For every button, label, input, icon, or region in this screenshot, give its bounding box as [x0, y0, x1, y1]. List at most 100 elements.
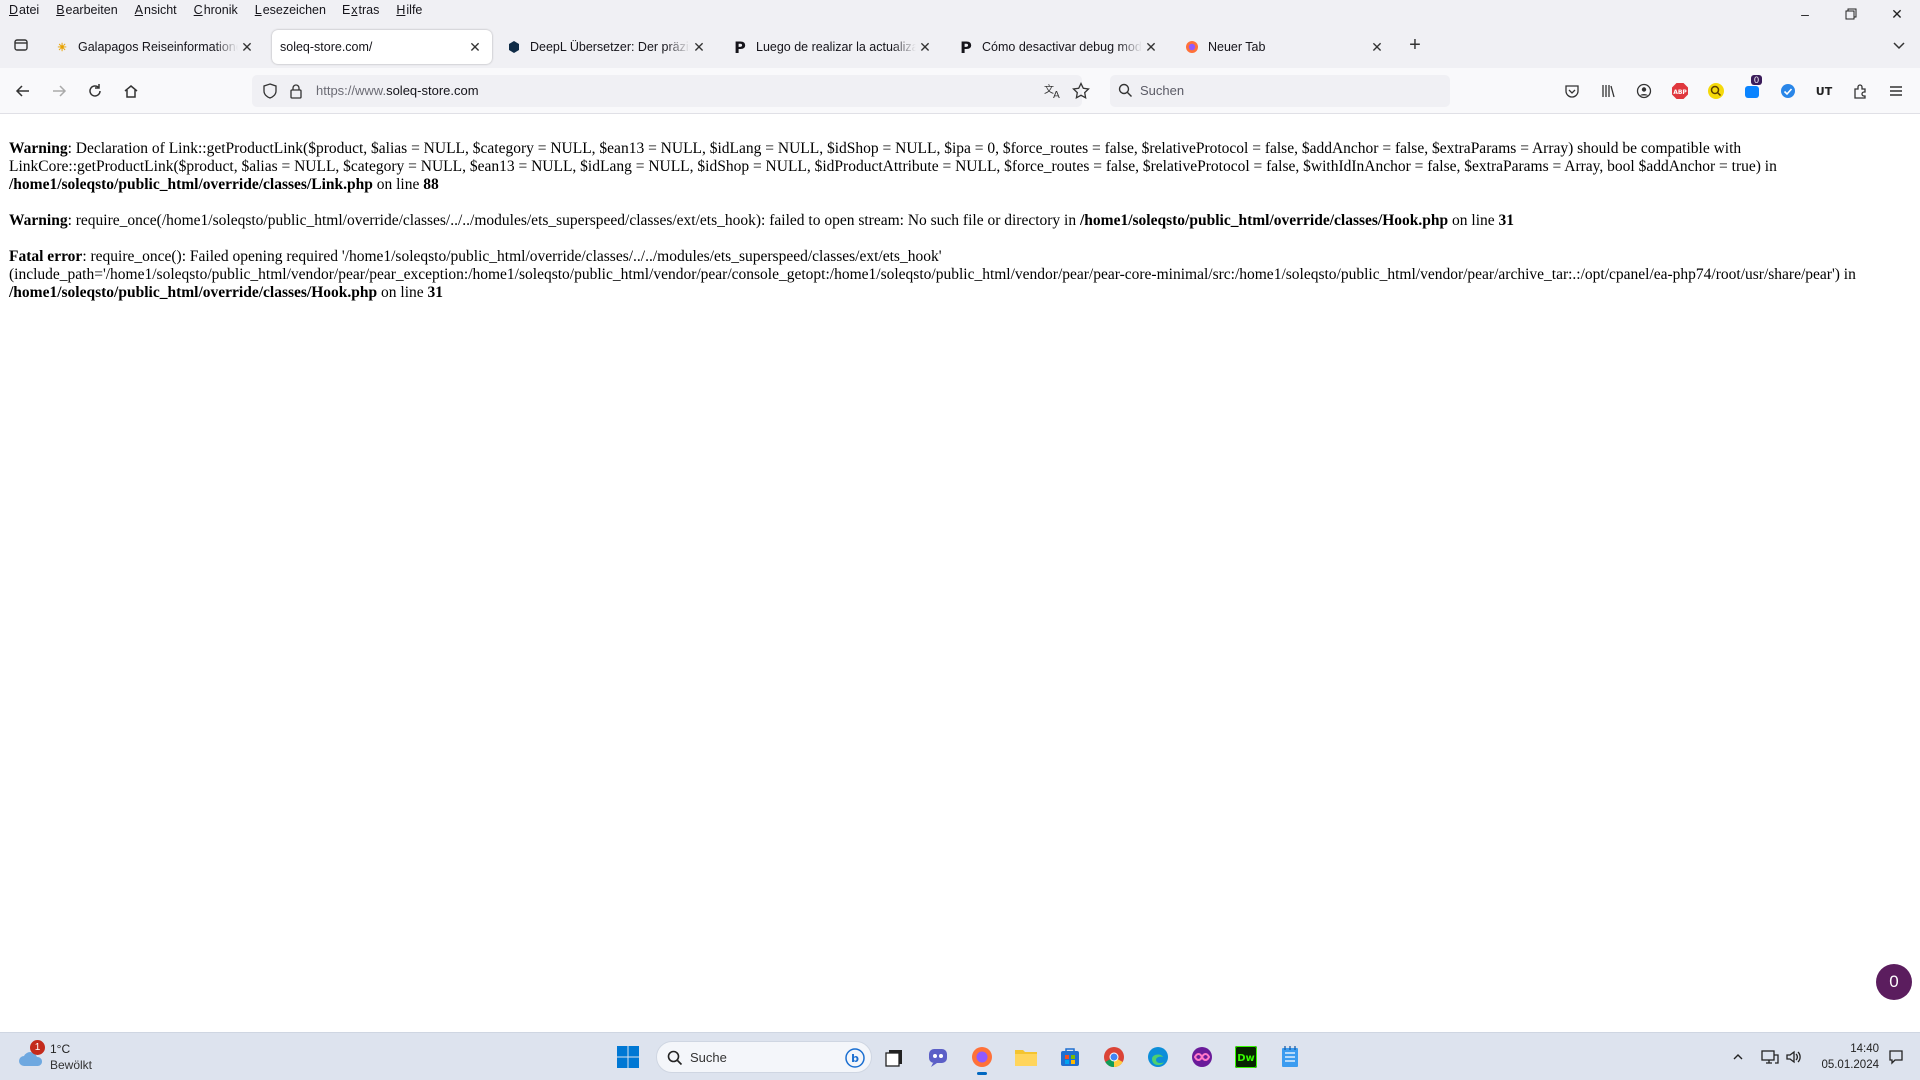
close-icon[interactable]: ✕ [1368, 39, 1386, 56]
close-icon[interactable]: ✕ [690, 39, 708, 56]
extensions-button[interactable] [1849, 80, 1871, 102]
reload-button[interactable] [80, 76, 110, 106]
taskview-button[interactable] [878, 1041, 910, 1073]
forward-button[interactable] [44, 76, 74, 106]
home-icon [124, 85, 138, 98]
floating-counter-button[interactable]: 0 [1876, 964, 1912, 1000]
tab-overview-button[interactable] [6, 30, 36, 60]
menu-lesezeichen[interactable]: Lesezeichen [252, 2, 328, 18]
lock-icon[interactable] [288, 83, 304, 104]
plus-icon: + [1409, 33, 1421, 56]
error-message-1: Warning: Declaration of Link::getProduct… [9, 140, 1777, 193]
check-extension-button[interactable] [1777, 80, 1799, 102]
teams-chat-icon [929, 1049, 947, 1067]
close-icon[interactable]: ✕ [916, 39, 934, 56]
menu-datei[interactable]: Datei [6, 2, 41, 18]
menu-ansicht[interactable]: Ansicht [132, 2, 179, 18]
store-button[interactable] [1054, 1041, 1086, 1073]
error-type: Warning [9, 140, 68, 157]
dreamweaver-icon: Dw [1235, 1046, 1257, 1068]
weather-condition: Bewölkt [50, 1058, 93, 1072]
network-icon [1761, 1050, 1779, 1064]
library-icon [1602, 85, 1615, 98]
error-message-3: Fatal error: require_once(): Failed open… [9, 248, 1856, 301]
tab-neuer-tab[interactable]: Neuer Tab ✕ [1176, 30, 1394, 64]
store-icon [1061, 1048, 1079, 1066]
url-bar[interactable]: https://www.soleq-store.com 文A [252, 75, 1090, 107]
taskbar: 1 1°C Bewölkt Suche b Dw 14:40 05.01.202… [0, 1032, 1920, 1080]
tab-soleq-store[interactable]: soleq-store.com/ ✕ [272, 30, 492, 64]
url-text[interactable]: https://www.soleq-store.com [316, 83, 479, 98]
adblock-button[interactable]: ABP [1669, 80, 1691, 102]
chrome-button[interactable] [1098, 1041, 1130, 1073]
error-line: 88 [423, 176, 439, 193]
notification-button[interactable] [1886, 1047, 1906, 1067]
volume-button[interactable] [1784, 1047, 1804, 1067]
bing-icon: b [845, 1048, 865, 1068]
taskbar-search[interactable]: Suche b [656, 1041, 872, 1073]
menu-bearbeiten[interactable]: Bearbeiten [53, 2, 119, 18]
deepl-icon [506, 39, 522, 55]
tab-galapagos[interactable]: ☀ Galapagos Reiseinformationen - Ga ✕ [46, 30, 264, 64]
forward-icon [53, 85, 67, 97]
error-line: 31 [1498, 212, 1515, 229]
chevron-up-icon [1733, 1054, 1743, 1060]
search-icon [1118, 83, 1133, 103]
volume-icon [1786, 1050, 1801, 1064]
magnifier-extension-icon [1708, 83, 1724, 99]
weather-widget[interactable]: 1 1°C Bewölkt [18, 1040, 118, 1074]
show-hidden-icons-button[interactable] [1728, 1047, 1748, 1067]
account-button[interactable] [1633, 80, 1655, 102]
prestashop-p-icon: P [734, 37, 746, 57]
notepad-button[interactable] [1274, 1041, 1306, 1073]
badge-extension-button[interactable]: 0 [1741, 75, 1763, 102]
teams-button[interactable] [922, 1041, 954, 1073]
network-button[interactable] [1760, 1047, 1780, 1067]
app-menu-button[interactable] [1885, 80, 1907, 102]
dreamweaver-button[interactable]: Dw [1230, 1041, 1262, 1073]
shield-icon[interactable] [262, 83, 278, 104]
tab-luego[interactable]: P Luego de realizar la actualización ✕ [724, 30, 942, 64]
menu-chronik[interactable]: Chronik [191, 2, 240, 18]
svg-text:Dw: Dw [1237, 1053, 1255, 1064]
pocket-button[interactable] [1561, 80, 1583, 102]
tab-label: Luego de realizar la actualización [756, 40, 916, 54]
menu-icon [1890, 86, 1902, 96]
tab-label: Neuer Tab [1208, 40, 1266, 54]
ut-extension-button[interactable]: UT [1813, 80, 1835, 102]
app-infinity-button[interactable] [1186, 1041, 1218, 1073]
close-icon[interactable]: ✕ [238, 39, 256, 56]
tab-como[interactable]: P Cómo desactivar debug mode en ✕ [950, 30, 1168, 64]
temperature: 1°C [50, 1042, 71, 1056]
file-explorer-button[interactable] [1010, 1041, 1042, 1073]
menu-hilfe[interactable]: Hilfe [393, 2, 424, 18]
firefox-taskbar-button[interactable] [966, 1041, 998, 1075]
menu-items: Datei Bearbeiten Ansicht Chronik Lesezei… [6, 2, 424, 18]
folder-icon [1015, 1050, 1037, 1066]
windows-icon [617, 1046, 639, 1068]
new-tab-button[interactable]: + [1400, 30, 1430, 60]
list-tabs-button[interactable] [1884, 30, 1914, 60]
close-icon[interactable]: ✕ [466, 39, 484, 56]
account-icon [1636, 83, 1652, 99]
menu-extras[interactable]: Extras [340, 2, 381, 18]
clock[interactable]: 14:40 05.01.2024 [1815, 1041, 1879, 1073]
svg-text:b: b [851, 1052, 859, 1065]
edge-button[interactable] [1142, 1041, 1174, 1073]
search-bar[interactable]: Suchen [1110, 75, 1450, 107]
star-icon[interactable] [1072, 81, 1090, 105]
extension-badge: 0 [1751, 75, 1763, 85]
library-button[interactable] [1597, 80, 1619, 102]
close-icon[interactable]: ✕ [1142, 39, 1160, 56]
sun-icon: ☀ [57, 41, 67, 54]
home-button[interactable] [116, 76, 146, 106]
error-message-2: Warning: require_once(/home1/soleqsto/pu… [9, 212, 1515, 229]
back-button[interactable] [8, 76, 38, 106]
zoom-extension-button[interactable] [1705, 80, 1727, 102]
edge-icon [1148, 1047, 1168, 1067]
translate-icon[interactable]: 文A [1044, 83, 1062, 104]
taskbar-search-placeholder: Suche [690, 1050, 727, 1065]
tab-deepl[interactable]: DeepL Übersetzer: Der präziseste ✕ [498, 30, 716, 64]
start-button[interactable] [612, 1041, 644, 1073]
tab-label: Galapagos Reiseinformationen - Ga [78, 40, 238, 54]
